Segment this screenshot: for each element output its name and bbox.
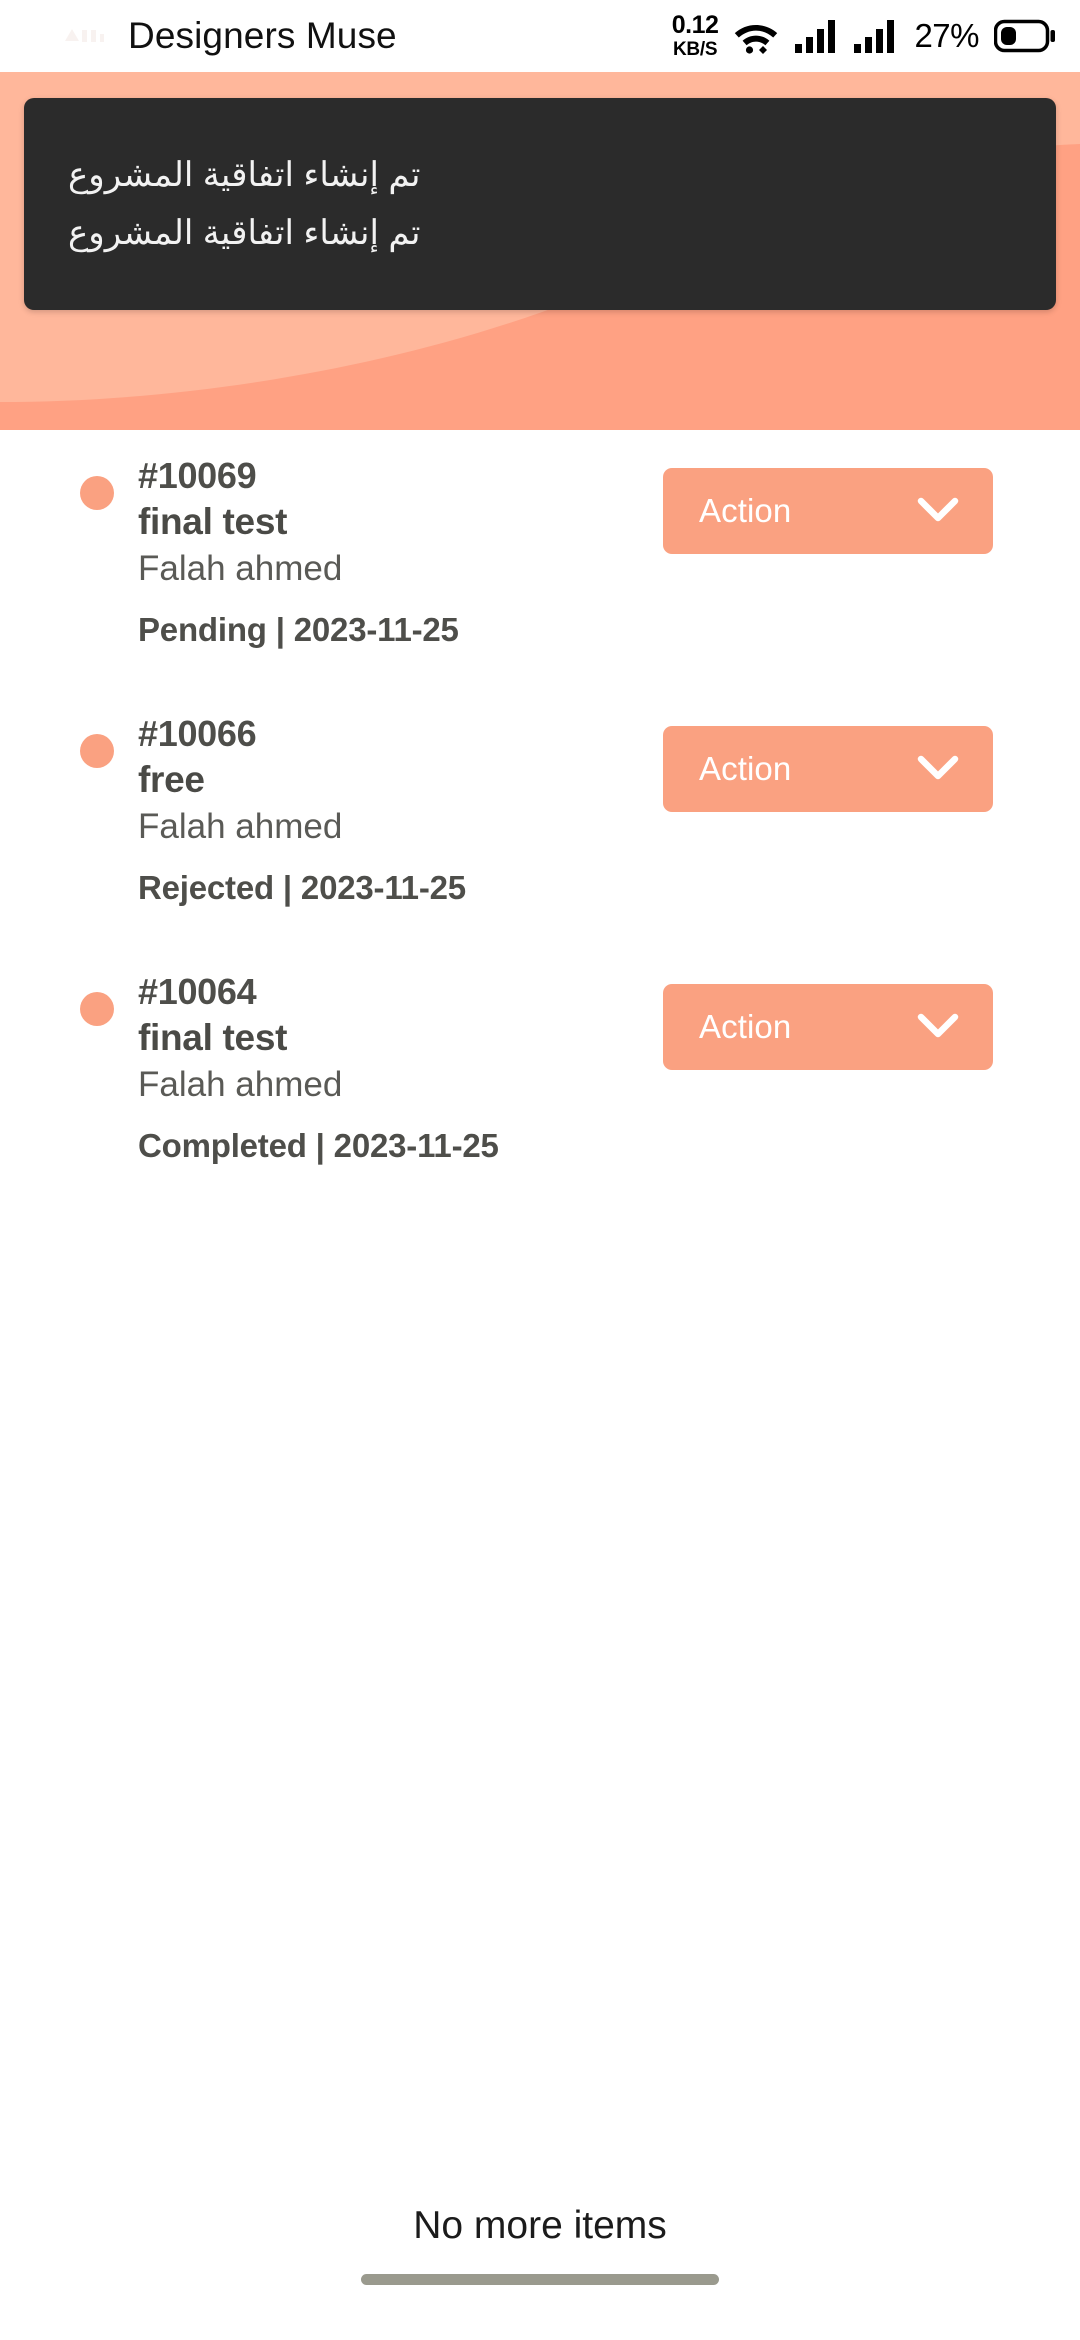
list-item-title: free xyxy=(138,758,205,800)
list-item[interactable]: #10069 final test Falah ahmed Pending | … xyxy=(0,454,1080,712)
list-item-text: #10066 free Falah ahmed Rejected | 2023-… xyxy=(138,712,658,907)
action-button[interactable]: Action xyxy=(663,468,993,554)
home-indicator[interactable] xyxy=(361,2274,719,2285)
list-item-id: #10069 xyxy=(138,455,257,496)
list-item-person: Falah ahmed xyxy=(138,548,343,588)
network-speed-unit: KB/S xyxy=(673,39,718,60)
status-bar-left: Designers Muse xyxy=(62,15,672,57)
signal-bars-icon xyxy=(794,19,838,53)
list-item[interactable]: #10066 free Falah ahmed Rejected | 2023-… xyxy=(0,712,1080,970)
list-item-id: #10064 xyxy=(138,971,257,1012)
chevron-down-icon xyxy=(917,1013,959,1042)
action-button[interactable]: Action xyxy=(663,726,993,812)
list-item-title: final test xyxy=(138,1016,288,1058)
list-item-id: #10066 xyxy=(138,713,257,754)
app-title: Designers Muse xyxy=(128,15,397,56)
list-item-person: Falah ahmed xyxy=(138,806,343,846)
status-dot-icon xyxy=(80,992,114,1026)
no-more-items-label: No more items xyxy=(413,2204,667,2247)
wifi-icon xyxy=(733,18,779,54)
list-item-meta: Pending | 2023-11-25 xyxy=(138,611,459,648)
list-item-text: #10064 final test Falah ahmed Completed … xyxy=(138,970,658,1165)
chevron-down-icon xyxy=(917,497,959,526)
signal-bars-icon-2 xyxy=(853,19,897,53)
status-dot-icon xyxy=(80,476,114,510)
list-item-meta: Rejected | 2023-11-25 xyxy=(138,869,466,906)
status-bar-right: 0.12 KB/S 27% xyxy=(672,13,1056,59)
status-dot-icon xyxy=(80,734,114,768)
list-item-meta: Completed | 2023-11-25 xyxy=(138,1127,499,1164)
header-banner: تم إنشاء اتفاقية المشروع تم إنشاء اتفاقي… xyxy=(0,72,1080,430)
battery-percent-label: 27% xyxy=(914,17,979,54)
list-footer: No more items xyxy=(0,2200,1080,2340)
toast-notification: تم إنشاء اتفاقية المشروع تم إنشاء اتفاقي… xyxy=(24,98,1056,310)
action-button-label: Action xyxy=(699,1008,792,1045)
action-button-label: Action xyxy=(699,492,792,529)
list-item[interactable]: #10064 final test Falah ahmed Completed … xyxy=(0,970,1080,1228)
status-bar: Designers Muse 0.12 KB/S 27% xyxy=(0,0,1080,72)
action-button[interactable]: Action xyxy=(663,984,993,1070)
list-item-person: Falah ahmed xyxy=(138,1064,343,1104)
battery-icon xyxy=(994,19,1056,53)
toast-line-2: تم إنشاء اتفاقية المشروع xyxy=(68,214,421,252)
action-button-label: Action xyxy=(699,750,792,787)
list-item-text: #10069 final test Falah ahmed Pending | … xyxy=(138,454,658,649)
chevron-down-icon xyxy=(917,755,959,784)
project-list: #10069 final test Falah ahmed Pending | … xyxy=(0,430,1080,1228)
app-logo-icon xyxy=(62,21,106,51)
toast-line-1: تم إنشاء اتفاقية المشروع xyxy=(68,155,421,194)
network-speed-value: 0.12 xyxy=(671,11,719,39)
network-speed-indicator: 0.12 KB/S xyxy=(671,11,719,60)
list-item-title: final test xyxy=(138,500,288,542)
